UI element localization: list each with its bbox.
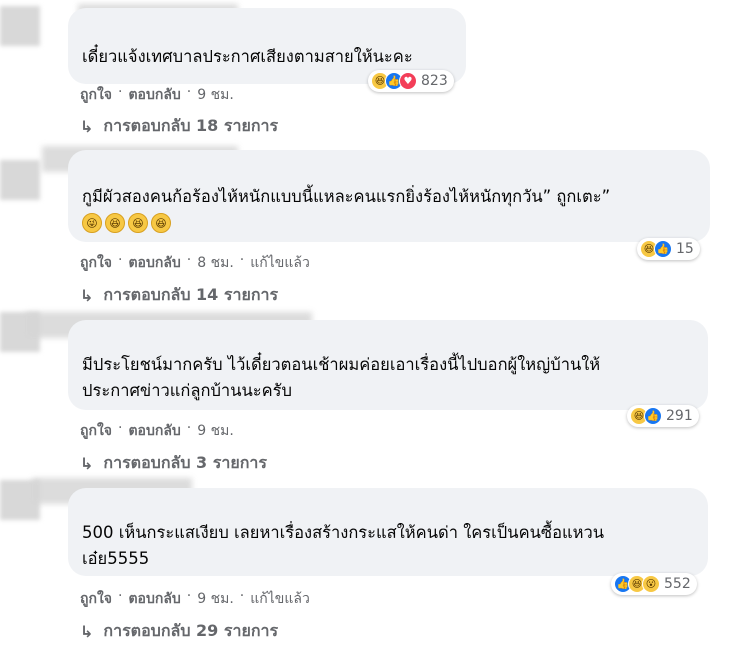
comment-text: เดี๋ยวแจ้งเทศบาลประกาศเสียงตามสายให้นะคะ (82, 47, 413, 66)
like-button[interactable]: ถูกใจ (80, 252, 112, 274)
reaction-count: 15 (676, 241, 694, 257)
reaction-count: 552 (664, 576, 691, 592)
reply-arrow-icon: ↳ (80, 117, 94, 136)
comment-text: กูมีผัวสองคนก้อร้องไห้หนักแบบนี้แหละคนแร… (82, 187, 611, 206)
separator-dot: · (186, 588, 192, 604)
replies-label: การตอบกลับ 14 รายการ (103, 285, 279, 304)
reply-button[interactable]: ตอบกลับ (128, 588, 180, 610)
comment-actions: ถูกใจ · ตอบกลับ · 9 ชม. (80, 84, 234, 106)
separator-dot: · (239, 588, 245, 604)
reply-arrow-icon: ↳ (80, 622, 94, 641)
separator-dot: · (118, 252, 123, 268)
view-replies-link[interactable]: ↳ การตอบกลับ 3 รายการ (80, 451, 267, 476)
reply-button[interactable]: ตอบกลับ (128, 252, 180, 274)
avatar[interactable] (0, 6, 40, 46)
timestamp[interactable]: 9 ชม. (197, 420, 234, 442)
replies-label: การตอบกลับ 3 รายการ (103, 453, 267, 472)
comment-bubble: กูมีผัวสองคนก้อร้องไห้หนักแบบนี้แหละคนแร… (68, 150, 710, 242)
replies-label: การตอบกลับ 29 รายการ (103, 621, 279, 640)
comment-text: มีประโยชน์มากครับ ไว้เดี๋ยวตอนเช้าผมค่อย… (82, 355, 601, 400)
wow-icon: 😮 (642, 575, 660, 593)
laughing-emoji: 😆 (128, 213, 148, 233)
comment-actions: ถูกใจ · ตอบกลับ · 8 ชม. · แก้ไขแล้ว (80, 252, 310, 274)
replies-label: การตอบกลับ 18 รายการ (103, 116, 279, 135)
reply-button[interactable]: ตอบกลับ (128, 420, 180, 442)
edited-label[interactable]: แก้ไขแล้ว (250, 252, 310, 274)
like-icon: 👍 (644, 407, 662, 425)
comment-bubble: 500 เห็นกระแสเงียบ เลยหาเรื่องสร้างกระแส… (68, 488, 708, 576)
separator-dot: · (239, 252, 245, 268)
comment-text: 500 เห็นกระแสเงียบ เลยหาเรื่องสร้างกระแส… (82, 523, 605, 568)
reply-arrow-icon: ↳ (80, 286, 94, 305)
like-icon: 👍 (654, 240, 672, 258)
comment-actions: ถูกใจ · ตอบกลับ · 9 ชม. · แก้ไขแล้ว (80, 588, 310, 610)
reaction-count: 291 (666, 408, 693, 424)
avatar[interactable] (0, 160, 40, 200)
timestamp[interactable]: 9 ชม. (197, 588, 234, 610)
love-icon: ♥ (399, 72, 417, 90)
reaction-summary[interactable]: 👍 😆 😮 552 (611, 573, 697, 595)
winking-tongue-emoji: 😜 (82, 213, 102, 233)
timestamp[interactable]: 8 ชม. (197, 252, 234, 274)
like-button[interactable]: ถูกใจ (80, 84, 112, 106)
separator-dot: · (186, 252, 192, 268)
reaction-summary[interactable]: 😆 👍 15 (637, 238, 700, 260)
reply-arrow-icon: ↳ (80, 454, 94, 473)
reaction-count: 823 (421, 73, 448, 89)
edited-label[interactable]: แก้ไขแล้ว (250, 588, 310, 610)
comment-bubble: มีประโยชน์มากครับ ไว้เดี๋ยวตอนเช้าผมค่อย… (68, 320, 708, 410)
like-button[interactable]: ถูกใจ (80, 420, 112, 442)
separator-dot: · (118, 588, 123, 604)
separator-dot: · (186, 84, 192, 100)
view-replies-link[interactable]: ↳ การตอบกลับ 18 รายการ (80, 114, 278, 139)
comment-actions: ถูกใจ · ตอบกลับ · 9 ชม. (80, 420, 234, 442)
timestamp[interactable]: 9 ชม. (197, 84, 234, 106)
reaction-summary[interactable]: 😆 👍 291 (627, 405, 699, 427)
reaction-summary[interactable]: 😆 👍 ♥ 823 (368, 70, 454, 92)
like-button[interactable]: ถูกใจ (80, 588, 112, 610)
view-replies-link[interactable]: ↳ การตอบกลับ 14 รายการ (80, 283, 278, 308)
separator-dot: · (118, 420, 123, 436)
reply-button[interactable]: ตอบกลับ (128, 84, 180, 106)
emoji-line: 😜 😆 😆 😆 (82, 213, 696, 233)
separator-dot: · (186, 420, 192, 436)
laughing-emoji: 😆 (151, 213, 171, 233)
separator-dot: · (118, 84, 123, 100)
laughing-emoji: 😆 (105, 213, 125, 233)
view-replies-link[interactable]: ↳ การตอบกลับ 29 รายการ (80, 619, 278, 644)
